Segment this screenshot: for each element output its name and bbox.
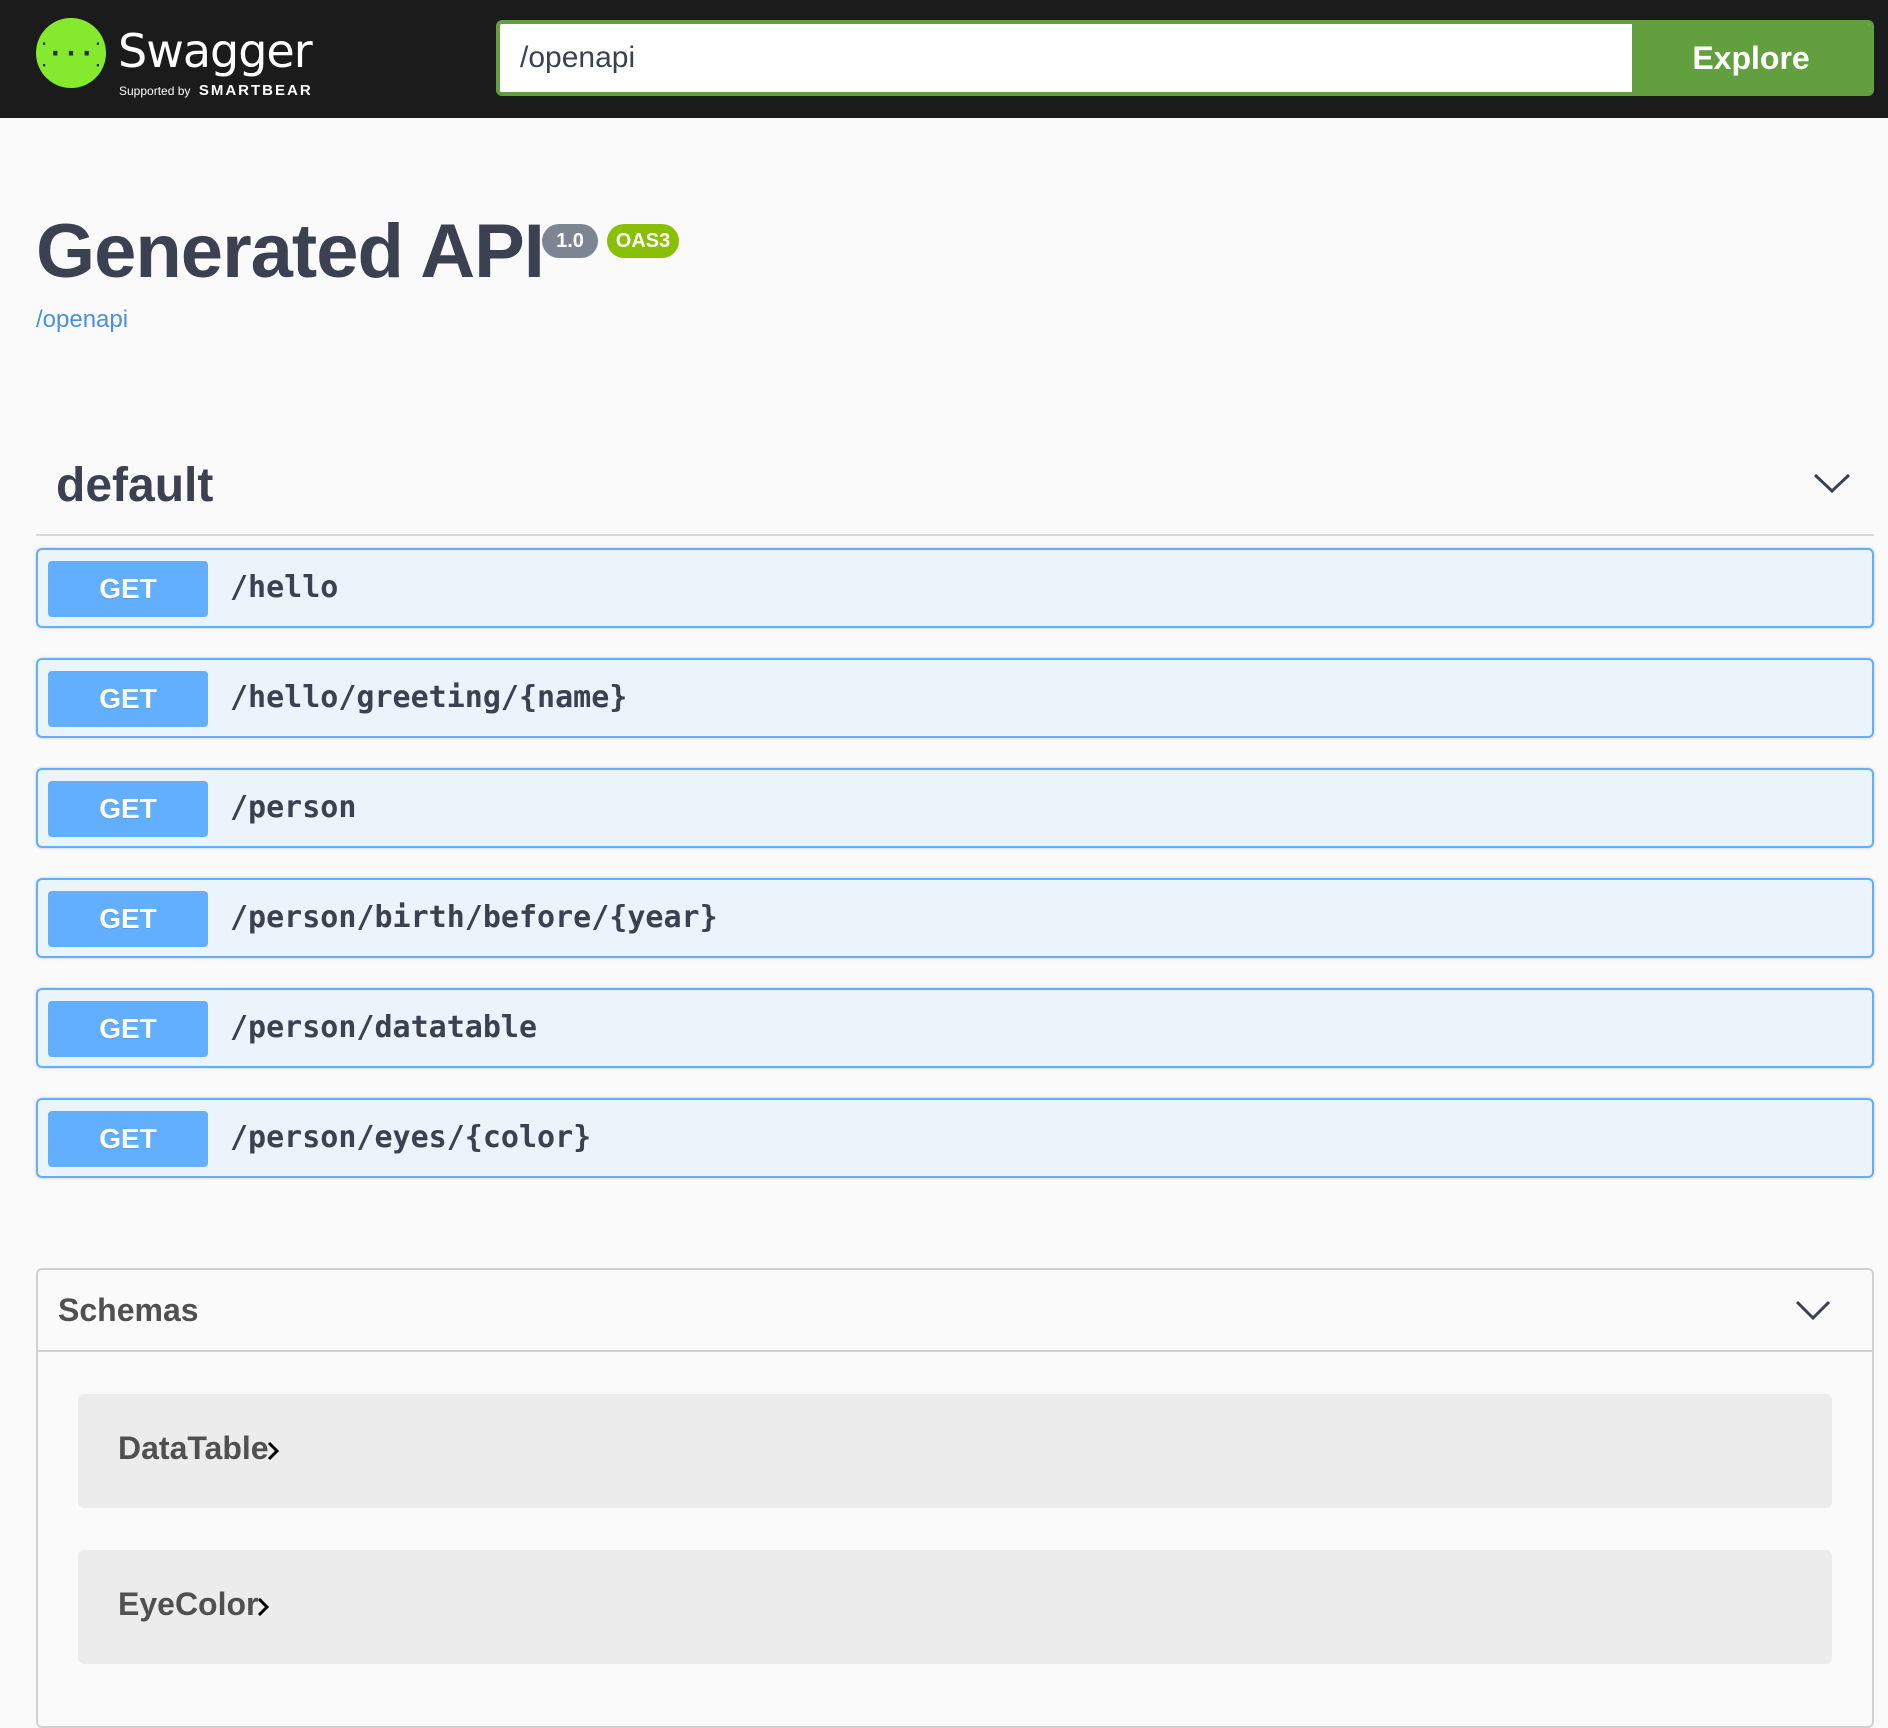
operation-get-person-birth-before[interactable]: GET /person/birth/before/{year} xyxy=(36,878,1874,958)
operation-path: /person/birth/before/{year} xyxy=(230,900,718,935)
method-badge: GET xyxy=(48,1001,208,1057)
spec-url-link[interactable]: /openapi xyxy=(36,306,128,334)
method-badge: GET xyxy=(48,561,208,617)
explore-form: Explore xyxy=(496,20,1874,96)
model-name: EyeColor xyxy=(118,1586,259,1622)
method-badge: GET xyxy=(48,671,208,727)
model-name: DataTable xyxy=(118,1430,269,1466)
operation-path: /person xyxy=(230,790,357,825)
supported-by-text: Supported by xyxy=(119,84,191,98)
operation-get-person-datatable[interactable]: GET /person/datatable xyxy=(36,988,1874,1068)
oas-badge: OAS3 xyxy=(607,224,679,258)
model-eyecolor[interactable]: EyeColor xyxy=(78,1550,1832,1664)
method-badge: GET xyxy=(48,1111,208,1167)
tag-section-header[interactable]: default xyxy=(36,440,1874,536)
schemas-title: Schemas xyxy=(58,1292,199,1328)
method-badge: GET xyxy=(48,781,208,837)
swagger-braces-icon: {···} xyxy=(36,18,106,88)
model-datatable[interactable]: DataTable xyxy=(78,1394,1832,1508)
schemas-section: Schemas DataTable EyeColor xyxy=(36,1268,1874,1728)
operation-path: /hello xyxy=(230,570,339,605)
topbar: {···} Swagger Supported by SMARTBEAR Exp… xyxy=(0,0,1888,118)
version-badge: 1.0 xyxy=(542,224,598,258)
operation-path: /person/datatable xyxy=(230,1010,538,1045)
operation-get-person-eyes[interactable]: GET /person/eyes/{color} xyxy=(36,1098,1874,1178)
operation-get-hello[interactable]: GET /hello xyxy=(36,548,1874,628)
swagger-logo[interactable]: {···} Swagger Supported by SMARTBEAR xyxy=(36,18,336,100)
chevron-down-icon[interactable] xyxy=(1812,468,1852,498)
method-badge: GET xyxy=(48,891,208,947)
operation-get-person[interactable]: GET /person xyxy=(36,768,1874,848)
explore-button[interactable]: Explore xyxy=(1632,24,1870,92)
brand-name: Swagger xyxy=(118,24,313,78)
operation-path: /hello/greeting/{name} xyxy=(230,680,628,715)
operation-path: /person/eyes/{color} xyxy=(230,1120,592,1155)
chevron-down-icon[interactable] xyxy=(1794,1296,1832,1324)
brand-tagline: Supported by SMARTBEAR xyxy=(119,82,313,100)
tag-name: default xyxy=(56,459,214,512)
operation-get-hello-greeting[interactable]: GET /hello/greeting/{name} xyxy=(36,658,1874,738)
schemas-header[interactable]: Schemas xyxy=(38,1270,1872,1352)
svg-text:{···}: {···} xyxy=(43,39,99,69)
page-title: Generated API xyxy=(36,209,545,294)
chevron-right-icon[interactable] xyxy=(256,1596,270,1618)
chevron-right-icon[interactable] xyxy=(266,1440,280,1462)
spec-url-input[interactable] xyxy=(500,24,1636,92)
company-name: SMARTBEAR xyxy=(198,82,313,99)
